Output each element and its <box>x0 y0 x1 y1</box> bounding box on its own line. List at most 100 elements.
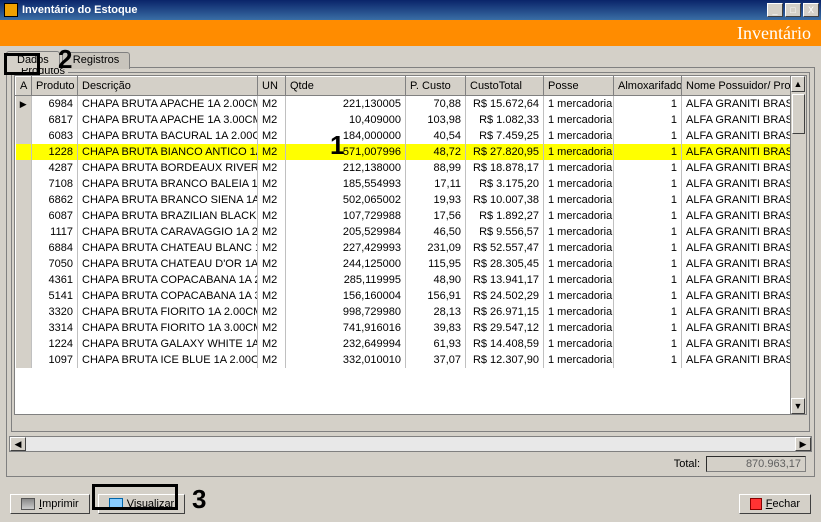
close-icon <box>750 498 762 510</box>
scroll-down-arrow[interactable]: ▼ <box>791 398 805 414</box>
header-band-title: Inventário <box>737 23 811 44</box>
tab-registros[interactable]: Registros <box>62 52 130 69</box>
window-title-text: Inventário do Estoque <box>22 4 138 16</box>
table-row[interactable]: 6862CHAPA BRUTA BRANCO SIENA 1AM2502,065… <box>16 192 808 208</box>
cell-ct: R$ 28.305,45 <box>466 256 544 272</box>
cell-produto: 6087 <box>32 208 78 224</box>
table-row[interactable]: 6087CHAPA BRUTA BRAZILIAN BLACKM2107,729… <box>16 208 808 224</box>
col-pcusto[interactable]: P. Custo <box>406 77 466 96</box>
scroll-left-arrow[interactable]: ◀ <box>10 437 26 451</box>
cell-posse: 1 mercadoria <box>544 160 614 176</box>
col-descricao[interactable]: Descrição <box>78 77 258 96</box>
table-row[interactable]: 1228CHAPA BRUTA BIANCO ANTICO 1AM2571,00… <box>16 144 808 160</box>
cell-pc: 115,95 <box>406 256 466 272</box>
cell-qtde: 285,119995 <box>286 272 406 288</box>
cell-produto: 1117 <box>32 224 78 240</box>
col-almoxarifado[interactable]: Almoxarifado <box>614 77 682 96</box>
cell-desc: CHAPA BRUTA BRANCO SIENA 1A <box>78 192 258 208</box>
scroll-thumb[interactable] <box>792 94 805 134</box>
cell-alm: 1 <box>614 192 682 208</box>
col-qtde[interactable]: Qtde <box>286 77 406 96</box>
close-window-button[interactable]: X <box>803 3 819 17</box>
cell-nome: ALFA GRANITI BRASIL LT <box>682 304 808 320</box>
row-marker <box>16 112 32 128</box>
cell-produto: 4361 <box>32 272 78 288</box>
scroll-right-arrow[interactable]: ▶ <box>795 437 811 451</box>
col-produto[interactable]: Produto <box>32 77 78 96</box>
table-row[interactable]: 4287CHAPA BRUTA BORDEAUX RIVERM2212,1380… <box>16 160 808 176</box>
cell-ct: R$ 1.892,27 <box>466 208 544 224</box>
cell-posse: 1 mercadoria <box>544 256 614 272</box>
inventory-grid[interactable]: A Produto Descrição UN Qtde P. Custo Cus… <box>15 76 807 368</box>
cell-un: M2 <box>258 240 286 256</box>
visualize-button[interactable]: Visualizar <box>98 494 186 514</box>
cell-desc: CHAPA BRUTA CHATEAU BLANC 1 <box>78 240 258 256</box>
table-row[interactable]: 1097CHAPA BRUTA ICE BLUE 1A 2.00CMM2332,… <box>16 352 808 368</box>
cell-produto: 1097 <box>32 352 78 368</box>
cell-qtde: 227,429993 <box>286 240 406 256</box>
cell-alm: 1 <box>614 112 682 128</box>
table-row[interactable]: 6884CHAPA BRUTA CHATEAU BLANC 1M2227,429… <box>16 240 808 256</box>
table-row[interactable]: 7050CHAPA BRUTA CHATEAU D'OR 1AM2244,125… <box>16 256 808 272</box>
table-row[interactable]: 4361CHAPA BRUTA COPACABANA 1A 2M2285,119… <box>16 272 808 288</box>
app-icon <box>4 3 18 17</box>
total-label: Total: <box>674 458 700 470</box>
maximize-button[interactable]: □ <box>785 3 801 17</box>
cell-alm: 1 <box>614 176 682 192</box>
cell-un: M2 <box>258 224 286 240</box>
minimize-button[interactable]: _ <box>767 3 783 17</box>
cell-ct: R$ 10.007,38 <box>466 192 544 208</box>
cell-qtde: 998,729980 <box>286 304 406 320</box>
cell-produto: 4287 <box>32 160 78 176</box>
tab-panel: Produtos A Produto Descrição UN <box>6 67 815 477</box>
row-marker <box>16 256 32 272</box>
col-custototal[interactable]: CustoTotal <box>466 77 544 96</box>
cell-pc: 88,99 <box>406 160 466 176</box>
cell-un: M2 <box>258 160 286 176</box>
table-row[interactable]: 6083CHAPA BRUTA BACURAL 1A 2.00CM2184,00… <box>16 128 808 144</box>
cell-desc: CHAPA BRUTA APACHE 1A 2.00CM <box>78 96 258 112</box>
cell-nome: ALFA GRANITI BRASIL LT <box>682 128 808 144</box>
table-row[interactable]: 3320CHAPA BRUTA FIORITO 1A 2.00CMM2998,7… <box>16 304 808 320</box>
print-button-label: Imprimir <box>39 498 79 510</box>
cell-produto: 6817 <box>32 112 78 128</box>
col-posse[interactable]: Posse <box>544 77 614 96</box>
row-marker <box>16 320 32 336</box>
cell-pc: 61,93 <box>406 336 466 352</box>
printer-icon <box>21 498 35 510</box>
table-row[interactable]: 5141CHAPA BRUTA COPACABANA 1A 3M2156,160… <box>16 288 808 304</box>
tab-dados[interactable]: Dados <box>6 51 60 68</box>
col-un[interactable]: UN <box>258 77 286 96</box>
cell-produto: 3320 <box>32 304 78 320</box>
cell-posse: 1 mercadoria <box>544 176 614 192</box>
table-row[interactable]: 6984CHAPA BRUTA APACHE 1A 2.00CMM2221,13… <box>16 96 808 112</box>
annotation-3: 3 <box>192 484 206 515</box>
cell-alm: 1 <box>614 144 682 160</box>
grid-header-row: A Produto Descrição UN Qtde P. Custo Cus… <box>16 77 808 96</box>
scroll-up-arrow[interactable]: ▲ <box>791 76 805 92</box>
vertical-scrollbar[interactable]: ▲ ▼ <box>790 76 806 414</box>
cell-alm: 1 <box>614 288 682 304</box>
cell-un: M2 <box>258 96 286 112</box>
cell-nome: ALFA GRANITI BRASIL LT <box>682 96 808 112</box>
table-row[interactable]: 3314CHAPA BRUTA FIORITO 1A 3.00CMM2741,9… <box>16 320 808 336</box>
cell-alm: 1 <box>614 224 682 240</box>
print-button[interactable]: Imprimir <box>10 494 90 514</box>
cell-posse: 1 mercadoria <box>544 304 614 320</box>
table-row[interactable]: 1117CHAPA BRUTA CARAVAGGIO 1A 2.M2205,52… <box>16 224 808 240</box>
cell-desc: CHAPA BRUTA BRANCO BALEIA 1A <box>78 176 258 192</box>
row-marker <box>16 144 32 160</box>
hscroll-track[interactable] <box>26 437 795 451</box>
horizontal-scrollbar[interactable]: ◀ ▶ <box>9 436 812 452</box>
fechar-button[interactable]: Fechar <box>739 494 811 514</box>
cell-posse: 1 mercadoria <box>544 336 614 352</box>
cell-qtde: 10,409000 <box>286 112 406 128</box>
visualize-button-label: Visualizar <box>127 498 175 510</box>
row-marker-header[interactable]: A <box>16 77 32 96</box>
cell-alm: 1 <box>614 304 682 320</box>
table-row[interactable]: 7108CHAPA BRUTA BRANCO BALEIA 1AM2185,55… <box>16 176 808 192</box>
table-row[interactable]: 1224CHAPA BRUTA GALAXY WHITE 1AM2232,649… <box>16 336 808 352</box>
col-nome[interactable]: Nome Possuidor/ Proprietá <box>682 77 808 96</box>
table-row[interactable]: 6817CHAPA BRUTA APACHE 1A 3.00CMM210,409… <box>16 112 808 128</box>
window-titlebar: Inventário do Estoque _ □ X <box>0 0 821 20</box>
